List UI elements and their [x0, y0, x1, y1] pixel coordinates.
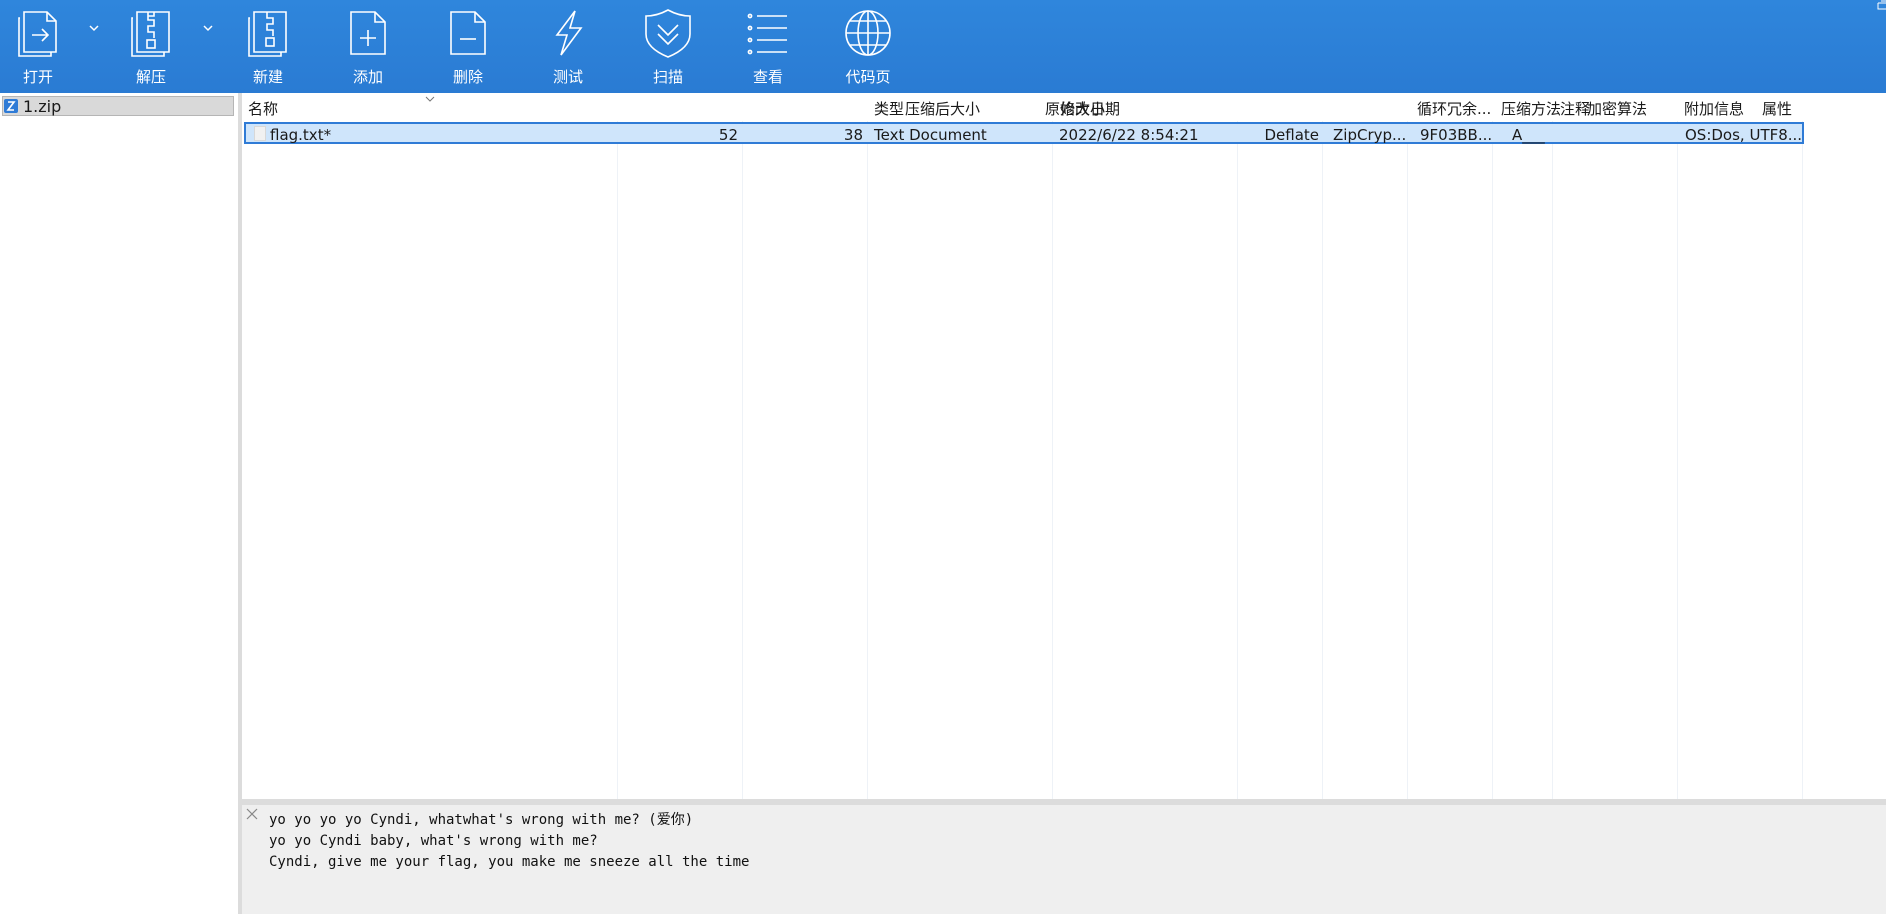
cell-extra: OS:Dos, UTF8...: [1685, 126, 1803, 144]
add-button[interactable]: 添加: [328, 8, 408, 88]
folder-tree: 1.zip: [0, 93, 242, 914]
close-icon[interactable]: [246, 808, 258, 820]
column-header-method[interactable]: 压缩方法: [1501, 98, 1561, 119]
open-label: 打开: [22, 68, 53, 86]
delete-label: 删除: [452, 68, 483, 86]
cell-method: Deflate: [1264, 126, 1319, 144]
view-list-icon: [747, 13, 787, 55]
column-divider: [1802, 121, 1803, 799]
tree-item-label: 1.zip: [23, 97, 62, 116]
scan-shield-icon: [645, 9, 691, 58]
cell-name: flag.txt*: [270, 126, 332, 144]
extract-icon: [131, 11, 170, 57]
toolbar: 打开 解压 新建 添加 删除 测试 扫描 查看 代码页: [0, 0, 1886, 93]
column-divider: [867, 121, 868, 799]
comment-line: yo yo Cyndi baby, what's wrong with me?: [269, 833, 598, 849]
column-header-modified[interactable]: 修改日期: [1060, 98, 1120, 119]
table-row[interactable]: flag.txt* 52 38 Text Document 2022/6/22 …: [244, 122, 1804, 144]
column-divider: [1407, 121, 1408, 799]
extract-dropdown-chevron-icon[interactable]: [200, 20, 216, 36]
scan-button[interactable]: 扫描: [628, 8, 708, 88]
test-lightning-icon: [555, 10, 583, 56]
column-header-comment[interactable]: 注释: [1560, 98, 1590, 119]
cell-attributes: A___: [1512, 126, 1545, 144]
column-divider: [742, 121, 743, 799]
open-icon: [18, 11, 57, 57]
file-list: 名称 压缩后大小 原始大小 类型 修改日期 压缩方法 加密算法 循环冗余... …: [242, 93, 1886, 799]
zip-archive-icon: [4, 99, 18, 113]
comment-line: yo yo yo yo Cyndi, whatwhat's wrong with…: [269, 812, 694, 828]
codepage-globe-icon: [845, 10, 891, 56]
extract-label: 解压: [135, 68, 166, 86]
column-header-encryption[interactable]: 加密算法: [1587, 98, 1647, 119]
comment-line: Cyndi, give me your flag, you make me sn…: [269, 854, 750, 870]
extract-button[interactable]: 解压: [111, 8, 191, 88]
open-button[interactable]: 打开: [0, 8, 78, 88]
add-file-icon: [350, 11, 386, 55]
column-header-attributes[interactable]: 属性: [1762, 98, 1792, 119]
text-file-icon: [254, 126, 266, 141]
column-divider: [617, 121, 618, 799]
scan-label: 扫描: [652, 68, 683, 86]
comment-text: yo yo yo yo Cyndi, whatwhat's wrong with…: [269, 810, 749, 873]
archive-comment-panel: yo yo yo yo Cyndi, whatwhat's wrong with…: [242, 805, 1886, 914]
column-divider: [1552, 121, 1553, 799]
cell-type: Text Document: [874, 126, 987, 144]
delete-file-icon: [450, 11, 486, 55]
column-divider: [1492, 121, 1493, 799]
column-divider: [1052, 121, 1053, 799]
new-archive-icon: [248, 11, 287, 57]
column-header-type[interactable]: 类型: [874, 98, 904, 119]
tree-item-archive[interactable]: 1.zip: [2, 96, 234, 116]
delete-button[interactable]: 删除: [428, 8, 508, 88]
cell-encryption: ZipCryp...: [1333, 126, 1407, 144]
test-label: 测试: [552, 68, 583, 86]
view-label: 查看: [752, 68, 783, 86]
column-header-name[interactable]: 名称: [248, 98, 278, 119]
cell-modified: 2022/6/22 8:54:21: [1059, 126, 1199, 144]
sort-chevron-icon: [425, 96, 435, 102]
view-button[interactable]: 查看: [728, 8, 808, 88]
test-button[interactable]: 测试: [528, 8, 608, 88]
window-restore-icon[interactable]: [1876, 0, 1886, 20]
column-header-packed[interactable]: 压缩后大小: [905, 98, 980, 119]
column-header-extra[interactable]: 附加信息: [1684, 98, 1744, 119]
column-divider: [1237, 121, 1238, 799]
cell-size: 38: [843, 126, 863, 144]
cell-packed: 52: [718, 126, 738, 144]
open-dropdown-chevron-icon[interactable]: [86, 20, 102, 36]
column-divider: [1677, 121, 1678, 799]
codepage-button[interactable]: 代码页: [828, 8, 908, 88]
add-label: 添加: [352, 68, 383, 86]
new-button[interactable]: 新建: [228, 8, 308, 88]
column-header-crc[interactable]: 循环冗余...: [1417, 98, 1491, 119]
column-header-row: 名称 压缩后大小 原始大小 类型 修改日期 压缩方法 加密算法 循环冗余... …: [242, 93, 1886, 121]
column-divider: [1322, 121, 1323, 799]
cell-crc: 9F03BB...: [1420, 126, 1493, 144]
new-label: 新建: [252, 68, 283, 86]
codepage-label: 代码页: [845, 68, 891, 86]
